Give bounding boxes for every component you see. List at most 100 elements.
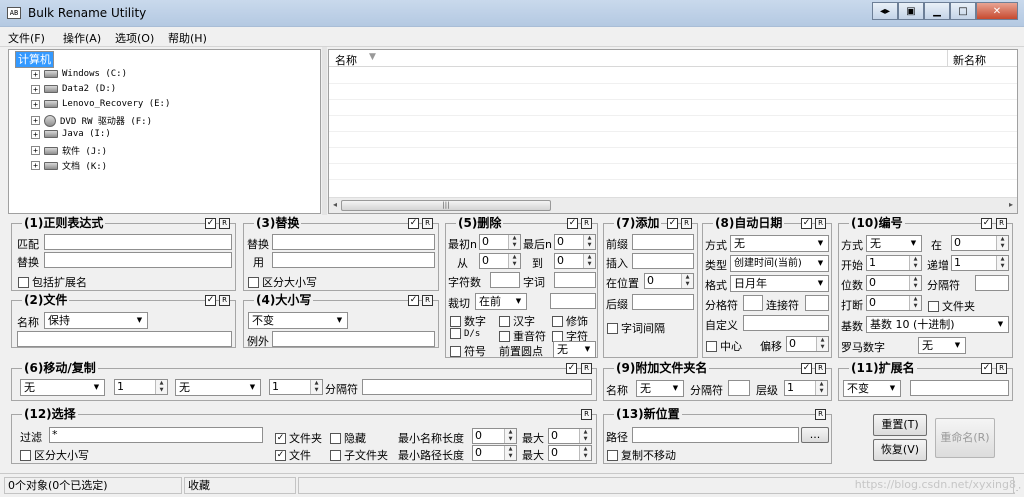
inc-spinner[interactable]: 1 ▲ ▼	[951, 255, 1009, 271]
resize-grip-icon[interactable]: ⋰	[1013, 486, 1023, 496]
trim-checkbox[interactable]: 修饰	[552, 313, 588, 329]
checkbox-box[interactable]	[607, 449, 618, 461]
ds-checkbox[interactable]: D/s	[450, 328, 480, 339]
checkbox-box[interactable]	[499, 330, 510, 342]
horizontal-scrollbar[interactable]: ◂ ||| ▸	[329, 197, 1017, 213]
move-select-1[interactable]: 无 ▼	[20, 379, 105, 396]
max-name-spinner[interactable]: 0 ▲ ▼	[548, 428, 592, 444]
scroll-thumb[interactable]: |||	[341, 200, 551, 211]
checkbox-box[interactable]	[18, 276, 29, 288]
status-favorites[interactable]: 收藏	[184, 477, 296, 494]
scroll-left-icon[interactable]: ◂	[329, 200, 341, 211]
separator-input[interactable]	[362, 379, 592, 395]
panel-reset-button[interactable]: R	[581, 363, 592, 374]
tree-item[interactable]: + 文档 (K:)	[31, 159, 107, 172]
roman-select[interactable]: 无 ▼	[918, 337, 966, 354]
checkbox-box[interactable]: ✓	[275, 449, 286, 461]
tree-root[interactable]: − 计算机	[15, 51, 54, 68]
checkbox-box[interactable]: ✓	[275, 432, 286, 444]
insert-input[interactable]	[632, 253, 694, 269]
maximize-button[interactable]: □	[950, 2, 976, 20]
spin-arrows-icon[interactable]: ▲ ▼	[508, 235, 520, 249]
case-checkbox[interactable]: 区分大小写	[20, 447, 89, 463]
pad-spinner[interactable]: 0 ▲ ▼	[866, 275, 922, 291]
spin-arrows-icon[interactable]: ▲ ▼	[504, 429, 516, 443]
minimize-button[interactable]: ▁	[924, 2, 950, 20]
folders-checkbox[interactable]: ✓ 文件夹	[275, 430, 322, 446]
sep-input[interactable]	[728, 380, 750, 396]
prefix-input[interactable]	[632, 234, 694, 250]
checkbox-box[interactable]	[499, 315, 510, 327]
type-select[interactable]: 创建时间(当前) ▼	[730, 255, 829, 272]
rename-button[interactable]: 重命名(R)	[935, 418, 995, 458]
pane-splitter[interactable]	[322, 47, 327, 215]
break-spinner[interactable]: 0 ▲ ▼	[866, 295, 922, 311]
suffix-input[interactable]	[632, 294, 694, 310]
tree-item-label[interactable]: 软件 (J:)	[62, 144, 107, 157]
chars-input[interactable]	[490, 272, 520, 288]
panel-enable-checkbox[interactable]: ✓	[801, 363, 812, 374]
panel-reset-button[interactable]: R	[219, 218, 230, 229]
tree-item[interactable]: + 软件 (J:)	[31, 144, 107, 157]
word-space-checkbox[interactable]: 字词间隔	[607, 320, 665, 336]
case-select[interactable]: 不变 ▼	[248, 312, 348, 329]
tree-item[interactable]: + DVD RW 驱动器 (F:)	[31, 114, 152, 127]
close-button[interactable]: ✕	[976, 2, 1018, 20]
sep-input[interactable]	[743, 295, 763, 311]
except-input[interactable]	[272, 331, 435, 347]
copy-checkbox[interactable]: 复制不移动	[607, 447, 676, 463]
checkbox-box[interactable]	[450, 328, 461, 339]
first-n-spinner[interactable]: 0 ▲ ▼	[479, 234, 521, 250]
tree-item-label[interactable]: DVD RW 驱动器 (F:)	[60, 114, 152, 127]
browse-button[interactable]: ...	[801, 427, 829, 443]
panel-enable-checkbox[interactable]: ✓	[567, 218, 578, 229]
at-pos-spinner[interactable]: 0 ▲ ▼	[644, 273, 694, 289]
words-input[interactable]	[554, 272, 596, 288]
panel-reset-button[interactable]: R	[815, 218, 826, 229]
files-checkbox[interactable]: ✓ 文件	[275, 447, 311, 463]
lead-dots-select[interactable]: 无 ▼	[553, 341, 596, 358]
spin-arrows-icon[interactable]: ▲ ▼	[909, 256, 921, 270]
subfolders-checkbox[interactable]: 子文件夹	[330, 447, 388, 463]
expand-icon[interactable]: +	[31, 146, 40, 155]
case-checkbox[interactable]: 区分大小写	[248, 274, 317, 290]
tree-item-label[interactable]: 文档 (K:)	[62, 159, 107, 172]
spin-arrows-icon[interactable]: ▲ ▼	[996, 256, 1008, 270]
panel-reset-button[interactable]: R	[581, 409, 592, 420]
menu-help[interactable]: 帮助(H)	[168, 30, 207, 46]
base-select[interactable]: 基数 10 (十进制) ▼	[866, 316, 1009, 333]
folder-checkbox[interactable]: 文件夹	[928, 298, 975, 314]
with-input[interactable]	[272, 252, 435, 268]
panel-reset-button[interactable]: R	[219, 295, 230, 306]
checkbox-box[interactable]	[552, 330, 563, 342]
panel-enable-checkbox[interactable]: ✓	[408, 218, 419, 229]
custom-input[interactable]	[743, 315, 829, 331]
mode-select[interactable]: 无 ▼	[730, 235, 829, 252]
tree-item[interactable]: + Lenovo_Recovery (E:)	[31, 99, 170, 109]
name-input[interactable]	[17, 331, 232, 347]
column-divider[interactable]	[947, 50, 948, 67]
hidden-checkbox[interactable]: 隐藏	[330, 430, 366, 446]
checkbox-box[interactable]	[706, 340, 717, 352]
mode-select[interactable]: 无 ▼	[866, 235, 922, 252]
accents-checkbox[interactable]: 重音符	[499, 328, 546, 344]
file-list[interactable]: 名称 ▼ 新名称 ◂ ||| ▸	[328, 49, 1018, 214]
menu-options[interactable]: 选项(O)	[115, 30, 154, 46]
tray-icon[interactable]: ◂▸	[872, 2, 898, 20]
expand-icon[interactable]: +	[31, 69, 40, 79]
restore-small-icon[interactable]: ▣	[898, 2, 924, 20]
panel-enable-checkbox[interactable]: ✓	[408, 295, 419, 306]
filter-input[interactable]: *	[49, 427, 263, 443]
panel-reset-button[interactable]: R	[422, 295, 433, 306]
expand-icon[interactable]: +	[31, 161, 40, 170]
tree-item[interactable]: + Java (I:)	[31, 129, 111, 139]
format-select[interactable]: 日月年 ▼	[730, 275, 829, 292]
tree-item[interactable]: + Windows (C:)	[31, 69, 127, 79]
checkbox-box[interactable]	[330, 449, 341, 461]
from-spinner[interactable]: 0 ▲ ▼	[479, 253, 521, 269]
spin-arrows-icon[interactable]: ▲ ▼	[508, 254, 520, 268]
spin-arrows-icon[interactable]: ▲ ▼	[681, 274, 693, 288]
offset-spinner[interactable]: 0 ▲ ▼	[786, 336, 829, 352]
panel-enable-checkbox[interactable]: ✓	[566, 363, 577, 374]
column-new-name[interactable]: 新名称	[953, 52, 986, 68]
